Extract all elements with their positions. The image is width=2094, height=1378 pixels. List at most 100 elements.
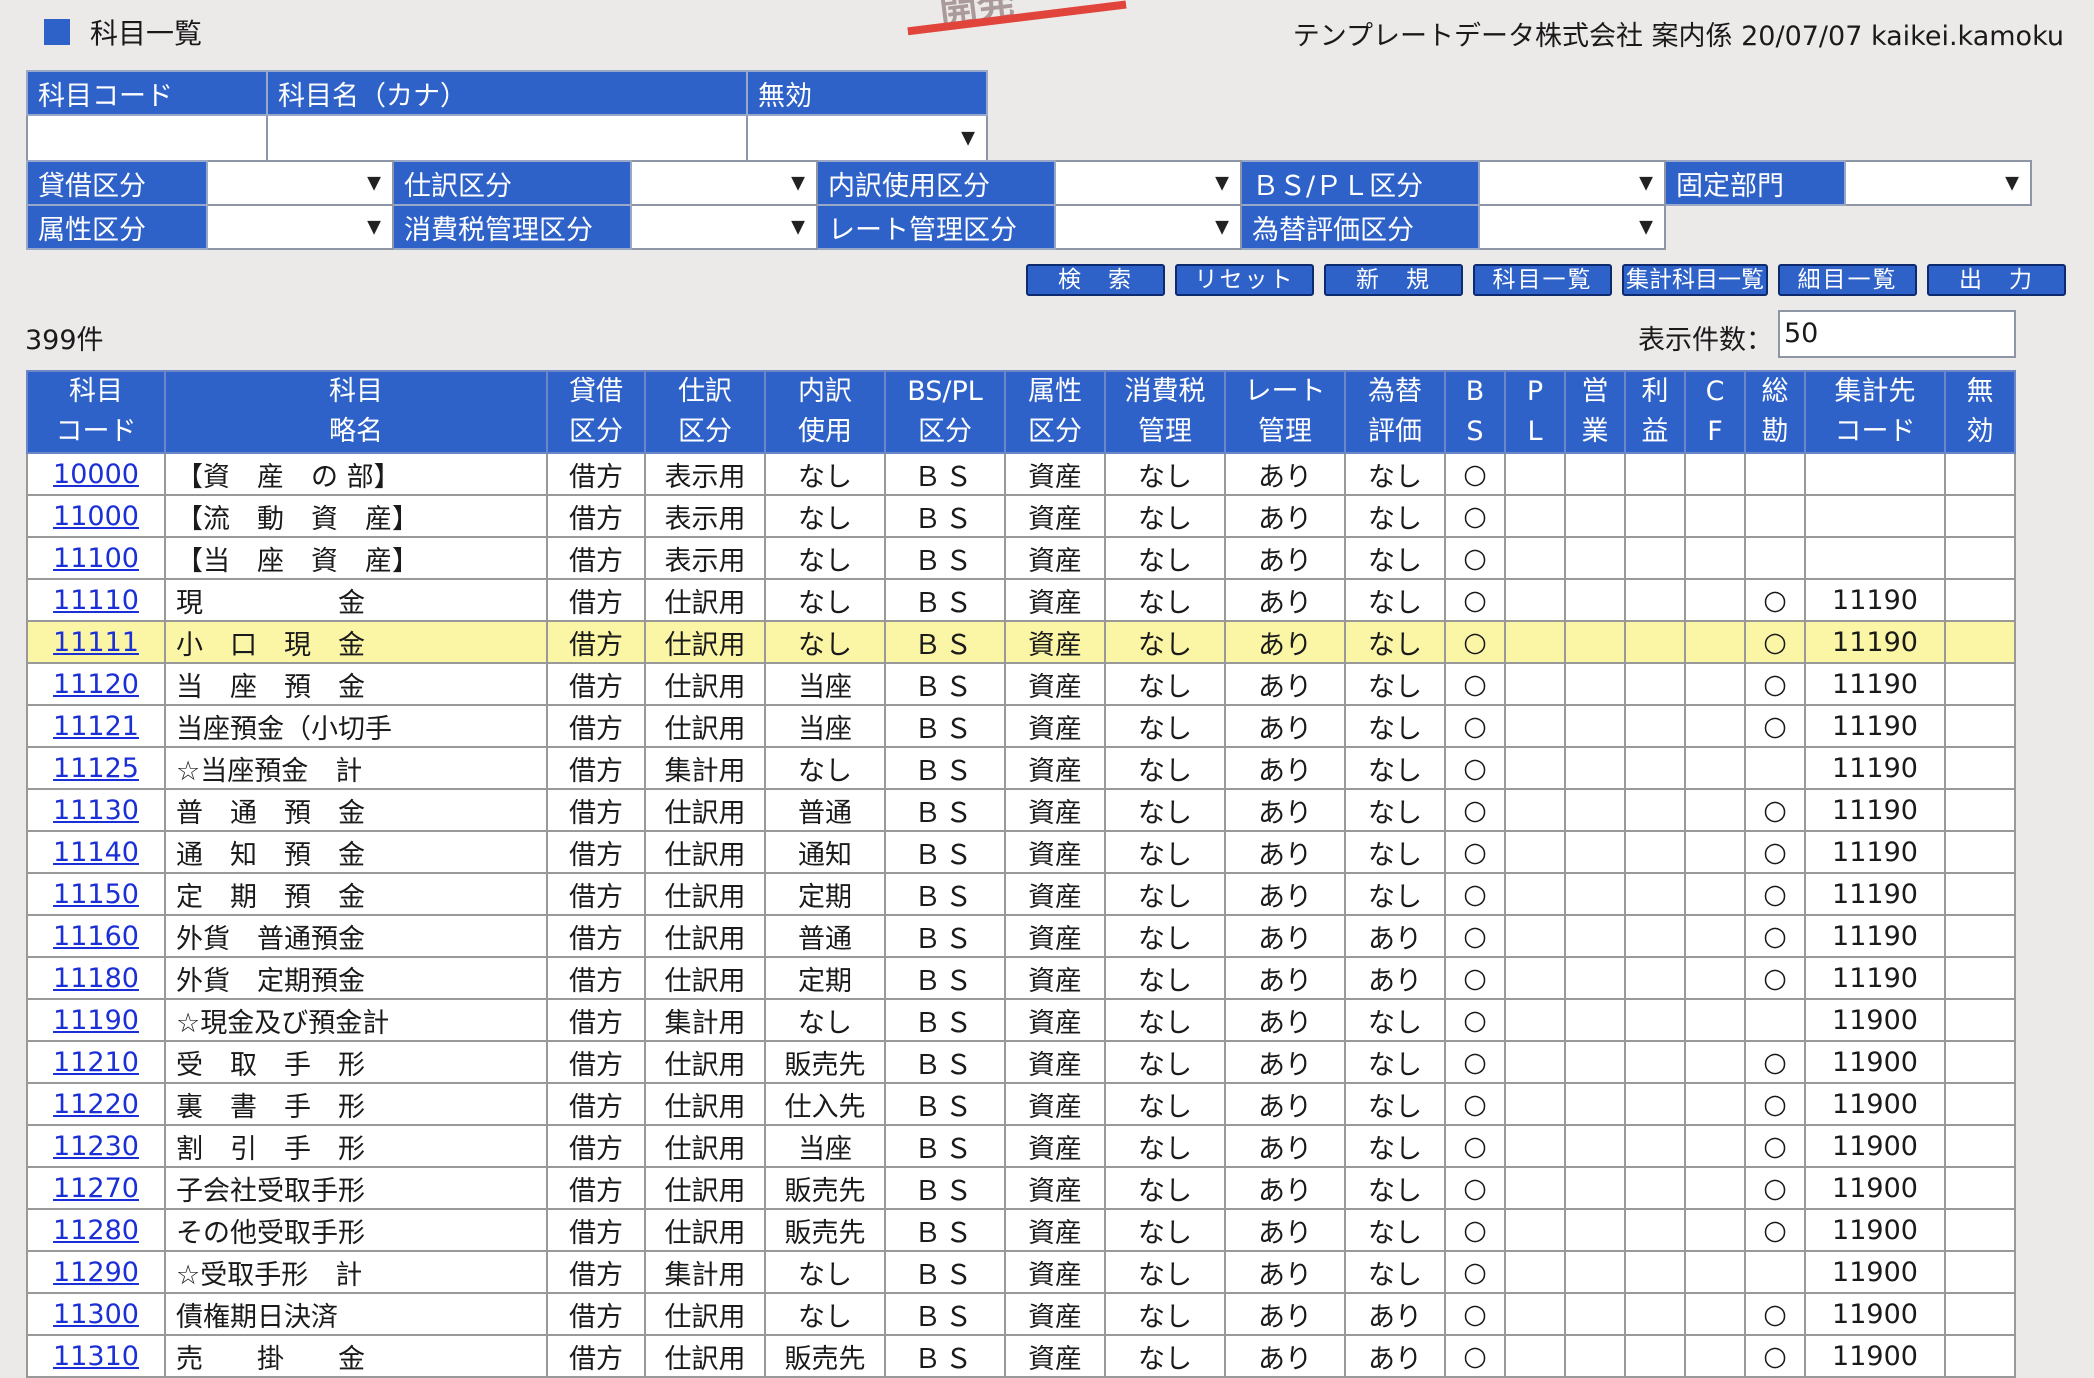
- table-cell: [1684, 998, 1746, 1042]
- uchiwake-select[interactable]: ▼: [1054, 160, 1242, 206]
- account-code-link[interactable]: 11300: [53, 1299, 139, 1330]
- account-code-link[interactable]: 11150: [53, 879, 139, 910]
- column-header-line2: F: [1707, 416, 1723, 447]
- code-input[interactable]: [26, 114, 268, 162]
- account-code-link[interactable]: 11310: [53, 1341, 139, 1372]
- kana-input[interactable]: [266, 114, 748, 162]
- account-code-link[interactable]: 11270: [53, 1173, 139, 1204]
- search-button[interactable]: 検 索: [1026, 264, 1165, 296]
- table-row[interactable]: 11190 ☆現金及び預金計 借方 集計用 なし ＢＳ 資産 なし あり なし ○ 11900: [26, 998, 2016, 1042]
- table-cell: [1684, 1124, 1746, 1168]
- table-row[interactable]: 11125 ☆当座預金 計借方 集計用 なし ＢＳ 資産 なし あり なし ○ 11190: [26, 746, 2016, 790]
- table-cell: [1624, 1292, 1686, 1336]
- table-cell: [1624, 452, 1686, 496]
- table-row[interactable]: 11120 当 座 預 金借方 仕訳用 当座 ＢＳ 資産 なし あり なし ○ ○ 11190: [26, 662, 2016, 706]
- name-cell: 売 掛 金: [164, 1334, 548, 1378]
- table-cell: ○: [1744, 1040, 1806, 1084]
- table-row[interactable]: 11310 売 掛 金借方 仕訳用 販売先 ＢＳ 資産 なし あり あり ○ ○ 11900: [26, 1334, 2016, 1378]
- table-row[interactable]: 11270 子会社受取手形 借方 仕訳用 販売先 ＢＳ 資産 なし あり なし ○ ○ 11900: [26, 1166, 2016, 1210]
- account-code-link[interactable]: 11130: [53, 795, 139, 826]
- table-row[interactable]: 11150 定 期 預 金借方 仕訳用 定期 ＢＳ 資産 なし あり なし ○ ○ 11190: [26, 872, 2016, 916]
- table-cell: ○: [1444, 1040, 1506, 1084]
- table-row[interactable]: 11210 受 取 手 形借方 仕訳用 販売先 ＢＳ 資産 なし あり なし ○ ○ 11900: [26, 1040, 2016, 1084]
- zokusei-select[interactable]: ▼: [206, 204, 394, 250]
- table-cell: [1744, 536, 1806, 580]
- table-row[interactable]: 11111 小 口 現 金借方 仕訳用 なし ＢＳ 資産 なし あり なし ○ ○ 11190: [26, 620, 2016, 664]
- account-code-link[interactable]: 11290: [53, 1257, 139, 1288]
- table-row[interactable]: 11140 通 知 預 金借方 仕訳用 通知 ＢＳ 資産 なし あり なし ○ ○ 11190: [26, 830, 2016, 874]
- account-code-link[interactable]: 11140: [53, 837, 139, 868]
- table-row[interactable]: 11160 外貨 普通預金 借方 仕訳用 普通 ＢＳ 資産 なし あり あり ○ ○ 11190: [26, 914, 2016, 958]
- table-row[interactable]: 11280 その他受取手形 借方 仕訳用 販売先 ＢＳ 資産 なし あり なし ○ ○ 11900: [26, 1208, 2016, 1252]
- account-code-link[interactable]: 10000: [53, 459, 139, 490]
- account-code-link[interactable]: 11125: [53, 753, 139, 784]
- table-cell: 11900: [1804, 1166, 1946, 1210]
- column-header-line2: 略名: [329, 416, 383, 447]
- table-row[interactable]: 10000 【資 産 の 部】 借方 表示用 なし ＢＳ 資産 なし あり なし ○: [26, 452, 2016, 496]
- account-code-link[interactable]: 11110: [53, 585, 139, 616]
- table-cell: なし: [764, 1292, 886, 1336]
- table-row[interactable]: 11180 外貨 定期預金 借方 仕訳用 定期 ＢＳ 資産 なし あり あり ○ ○ 11190: [26, 956, 2016, 1000]
- account-code-link[interactable]: 11100: [53, 543, 139, 574]
- shohizei-select[interactable]: ▼: [630, 204, 818, 250]
- account-code-link[interactable]: 11000: [53, 501, 139, 532]
- taishaku-select[interactable]: ▼: [206, 160, 394, 206]
- rate-select[interactable]: ▼: [1054, 204, 1242, 250]
- table-cell: 借方: [546, 872, 646, 916]
- kotei-select[interactable]: ▼: [1844, 160, 2032, 206]
- table-cell: 当座: [764, 1124, 886, 1168]
- account-code-link[interactable]: 11190: [53, 1005, 139, 1036]
- account-code-link[interactable]: 11180: [53, 963, 139, 994]
- saimoku-list-button[interactable]: 細目一覧: [1778, 264, 1917, 296]
- kamoku-list-button[interactable]: 科目一覧: [1473, 264, 1612, 296]
- table-cell: なし: [1344, 1250, 1446, 1294]
- table-row[interactable]: 11100 【当 座 資 産】 借方 表示用 なし ＢＳ 資産 なし あり なし ○: [26, 536, 2016, 580]
- column-header-line2: コード: [55, 416, 137, 447]
- table-cell: なし: [1104, 1292, 1226, 1336]
- table-cell: 11190: [1804, 620, 1946, 664]
- table-cell: ○: [1444, 1124, 1506, 1168]
- per-page-input[interactable]: 50: [1778, 310, 2016, 358]
- table-cell: 集計用: [644, 998, 766, 1042]
- shukei-list-button[interactable]: 集計科目一覧: [1622, 264, 1768, 296]
- table-cell: なし: [1344, 494, 1446, 538]
- table-row[interactable]: 11230 割 引 手 形借方 仕訳用 当座 ＢＳ 資産 なし あり なし ○ ○ 11900: [26, 1124, 2016, 1168]
- table-cell: ○: [1744, 1082, 1806, 1126]
- table-row[interactable]: 11300 債権期日決済 借方 仕訳用 なし ＢＳ 資産 なし あり あり ○ ○ 11900: [26, 1292, 2016, 1336]
- table-row[interactable]: 11110 現 金借方 仕訳用 なし ＢＳ 資産 なし あり なし ○ ○ 11190: [26, 578, 2016, 622]
- table-row[interactable]: 11130 普 通 預 金借方 仕訳用 普通 ＢＳ 資産 なし あり なし ○ ○ 11190: [26, 788, 2016, 832]
- reset-button[interactable]: リセット: [1175, 264, 1314, 296]
- column-header-line2: 区分: [1028, 416, 1082, 447]
- table-cell: ○: [1444, 1208, 1506, 1252]
- account-code-link[interactable]: 11210: [53, 1047, 139, 1078]
- invalid-select[interactable]: ▼: [746, 114, 988, 162]
- bspl-select[interactable]: ▼: [1478, 160, 1666, 206]
- output-button[interactable]: 出 力: [1927, 264, 2066, 296]
- table-cell: [1684, 830, 1746, 874]
- table-row[interactable]: 11290 ☆受取手形 計借方 集計用 なし ＢＳ 資産 なし あり なし ○ 11900: [26, 1250, 2016, 1294]
- account-code-link[interactable]: 11111: [53, 627, 139, 658]
- shiwake-select[interactable]: ▼: [630, 160, 818, 206]
- account-code-link[interactable]: 11121: [53, 711, 139, 742]
- table-cell: [1944, 536, 2016, 580]
- account-code-link[interactable]: 11160: [53, 921, 139, 952]
- table-row[interactable]: 11220 裏 書 手 形借方 仕訳用 仕入先 ＢＳ 資産 なし あり なし ○ ○ 11900: [26, 1082, 2016, 1126]
- table-cell: 資産: [1004, 662, 1106, 706]
- account-code-link[interactable]: 11220: [53, 1089, 139, 1120]
- table-cell: [1624, 998, 1686, 1042]
- account-code-link[interactable]: 11120: [53, 669, 139, 700]
- kawase-select[interactable]: ▼: [1478, 204, 1666, 250]
- account-code-link[interactable]: 11230: [53, 1131, 139, 1162]
- column-header-line1: 集計先: [1834, 376, 1916, 407]
- table-cell: なし: [764, 746, 886, 790]
- bspl-label: ＢＳ/ＰＬ区分: [1240, 160, 1480, 206]
- table-cell: 11900: [1804, 1208, 1946, 1252]
- table-cell: 当座: [764, 662, 886, 706]
- table-row[interactable]: 11000 【流 動 資 産】 借方 表示用 なし ＢＳ 資産 なし あり なし ○: [26, 494, 2016, 538]
- account-code-link[interactable]: 11280: [53, 1215, 139, 1246]
- taishaku-label: 貸借区分: [26, 160, 208, 206]
- table-row[interactable]: 11121 当座預金（小切手 借方 仕訳用 当座 ＢＳ 資産 なし あり なし ○ ○ 11190: [26, 704, 2016, 748]
- new-button[interactable]: 新 規: [1324, 264, 1463, 296]
- table-cell: 仕訳用: [644, 578, 766, 622]
- table-cell: 資産: [1004, 1082, 1106, 1126]
